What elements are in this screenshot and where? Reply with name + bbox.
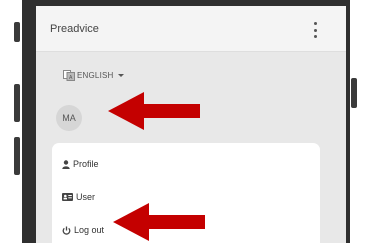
phone-side-button xyxy=(14,22,20,42)
menu-item-user[interactable]: User xyxy=(62,189,95,205)
svg-text:A: A xyxy=(69,75,73,81)
phone-side-button xyxy=(351,78,357,108)
language-label: ENGLISH xyxy=(77,70,114,80)
user-icon xyxy=(62,159,70,169)
id-card-icon xyxy=(62,193,73,201)
app-title: Preadvice xyxy=(50,23,99,35)
menu-item-profile[interactable]: Profile xyxy=(62,156,99,172)
phone-side-button xyxy=(14,84,20,122)
menu-item-label: User xyxy=(76,192,96,202)
red-arrow-annotation xyxy=(113,203,205,241)
more-vertical-icon[interactable] xyxy=(310,22,320,38)
menu-item-logout[interactable]: Log out xyxy=(62,222,104,238)
chevron-down-icon xyxy=(117,73,124,77)
menu-item-label: Log out xyxy=(74,225,105,235)
power-icon xyxy=(62,226,71,235)
language-selector[interactable]: A ENGLISH xyxy=(63,68,124,82)
translate-icon: A xyxy=(63,69,75,81)
avatar[interactable]: MA xyxy=(56,105,82,131)
menu-item-label: Profile xyxy=(73,159,99,169)
phone-side-button xyxy=(14,137,20,175)
red-arrow-annotation xyxy=(108,92,200,130)
app-bar: Preadvice xyxy=(36,6,346,52)
